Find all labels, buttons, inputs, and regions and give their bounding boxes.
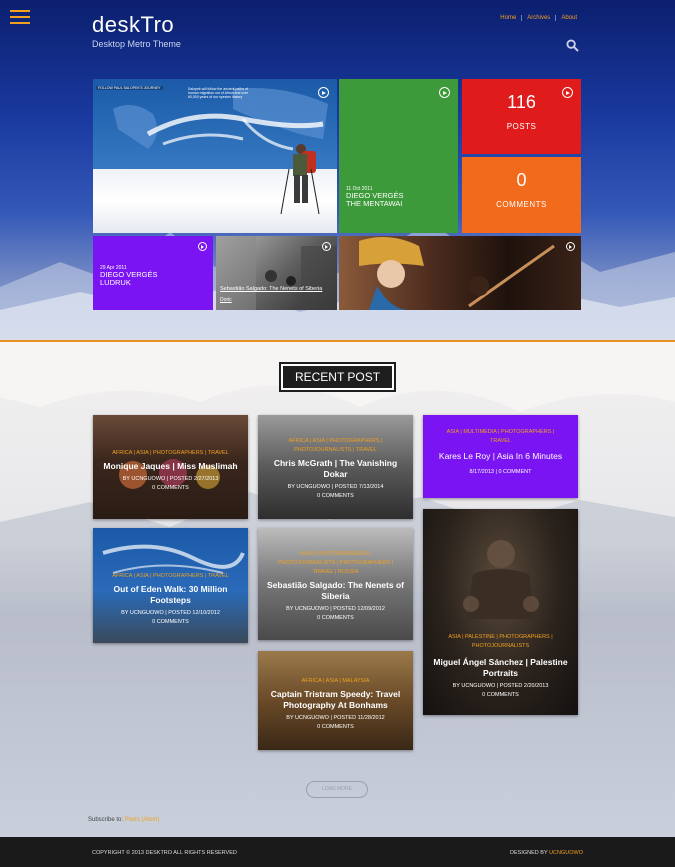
section-title: RECENT POST	[281, 364, 394, 390]
map-description: Salopek will follow the ancient paths of…	[188, 87, 249, 100]
subscribe-link[interactable]: Posts (Atom)	[125, 817, 160, 823]
load-more-button[interactable]: LOAD MORE	[306, 781, 368, 798]
card-body: ASIA | MULTIMEDIA | PHOTOGRAPHERS | TRAV…	[423, 415, 578, 477]
nav-home[interactable]: Home	[495, 15, 521, 21]
card-title[interactable]: Miguel Ángel Sánchez | Palestine Portrai…	[423, 657, 578, 679]
hamburger-menu-icon[interactable]	[10, 10, 30, 24]
card-title[interactable]: Sebastião Salgado: The Nenets of Siberia	[258, 580, 413, 602]
tile-comments-count[interactable]: 0 COMMENTS	[462, 157, 581, 233]
card-comments[interactable]: 0 COMMENTS	[258, 723, 413, 732]
post-card[interactable]: ASIA | PHOTOGRAPHERS | PHOTOJOURNALISTS …	[258, 528, 413, 640]
post-card[interactable]: AFRICA | ASIA | MALAYSIA Captain Tristra…	[258, 651, 413, 750]
card-comments[interactable]: 0 COMMENTS	[423, 691, 578, 700]
card-meta: BY UCNGUOWO | POSTED 12/09/2012	[286, 606, 385, 612]
tile-opera-photo[interactable]	[339, 236, 581, 310]
card-comments[interactable]: 0 COMMENTS	[258, 492, 413, 501]
card-meta: BY UCNGUOWO | POSTED 11/28/2012	[286, 715, 385, 721]
top-nav: Home Archives About	[495, 15, 582, 21]
subscribe-label: Subscribe to:	[88, 817, 124, 823]
card-body: ASIA | PALESTINE | PHOTOGRAPHERS | PHOTO…	[423, 509, 578, 700]
post-card[interactable]: AFRICA | ASIA | PHOTOGRAPHERS | TRAVEL M…	[93, 415, 248, 519]
card-body: ASIA | PHOTOGRAPHERS | PHOTOJOURNALISTS …	[258, 528, 413, 623]
hiker-image	[280, 144, 320, 215]
posts-number: 116	[507, 92, 536, 112]
arrow-circle-icon[interactable]	[318, 87, 329, 98]
site-tagline: Desktop Metro Theme	[92, 39, 181, 49]
opera-performer-photo	[359, 237, 555, 310]
tile-subcaption: Doric	[220, 297, 232, 303]
posts-label: POSTS	[506, 122, 537, 131]
post-card[interactable]: AFRICA | ASIA | PHOTOGRAPHERS | PHOTOJOU…	[258, 415, 413, 519]
card-body: AFRICA | ASIA | MALAYSIA Captain Tristra…	[258, 651, 413, 732]
card-meta: BY UCNGUOWO | POSTED 7/13/2014	[287, 484, 384, 490]
tile-posts-count[interactable]: 116 POSTS	[462, 79, 581, 154]
card-title[interactable]: Monique Jaques | Miss Muslimah	[93, 461, 248, 472]
arrow-circle-icon[interactable]	[322, 242, 331, 251]
comments-label: COMMENTS	[496, 200, 547, 209]
tile-caption: 29 Apr 2011 DIEGO VERGÉS LUDRUK	[100, 265, 158, 287]
tile-bw-photo[interactable]: Sebastião Salgado: The Nenets of Siberia…	[216, 236, 337, 310]
card-meta: 8/17/2013 | 0 COMMENT	[469, 469, 532, 475]
card-comments[interactable]: 0 COMMENTS	[93, 618, 248, 627]
tile-caption: Sebastião Salgado: The Nenets of Siberia	[220, 286, 323, 292]
site-logo[interactable]: deskTro	[92, 12, 181, 38]
tile-ludruk[interactable]: 29 Apr 2011 DIEGO VERGÉS LUDRUK	[93, 236, 213, 310]
arrow-circle-icon[interactable]	[198, 242, 207, 251]
card-meta: BY UCNGUOWO | POSTED 2/20/2013	[452, 683, 549, 689]
brand[interactable]: deskTro Desktop Metro Theme	[92, 12, 181, 49]
card-categories[interactable]: ASIA | MULTIMEDIA | PHOTOGRAPHERS | TRAV…	[423, 428, 578, 446]
designer-label: DESIGNED BY	[510, 850, 548, 856]
card-body: AFRICA | ASIA | PHOTOGRAPHERS | PHOTOJOU…	[258, 415, 413, 501]
search-icon[interactable]	[566, 39, 579, 52]
card-categories[interactable]: AFRICA | ASIA | PHOTOGRAPHERS | TRAVEL	[93, 449, 248, 458]
post-card[interactable]: ASIA | PALESTINE | PHOTOGRAPHERS | PHOTO…	[423, 509, 578, 715]
arrow-circle-icon[interactable]	[439, 87, 450, 98]
nav-archives[interactable]: Archives	[521, 15, 555, 21]
card-meta: BY UCNGUOWO | POSTED 12/10/2012	[121, 610, 220, 616]
card-body: AFRICA | ASIA | PHOTOGRAPHERS | TRAVEL O…	[93, 528, 248, 627]
street-photo	[216, 236, 337, 310]
designer-credit: DESIGNED BY UCNGUOWO	[510, 850, 583, 856]
card-categories[interactable]: ASIA | PHOTOGRAPHERS | PHOTOJOURNALISTS …	[258, 550, 413, 577]
footer: COPYRIGHT © 2013 DESKTRO ALL RIGHTS RESE…	[0, 837, 675, 867]
card-categories[interactable]: AFRICA | ASIA | MALAYSIA	[258, 677, 413, 686]
card-comments[interactable]: 0 COMMENTS	[93, 484, 248, 493]
subscribe-line: Subscribe to: Posts (Atom)	[88, 817, 159, 823]
card-title[interactable]: Out of Eden Walk: 30 Million Footsteps	[93, 584, 248, 606]
card-body: AFRICA | ASIA | PHOTOGRAPHERS | TRAVEL M…	[93, 415, 248, 493]
map-heading: FOLLOW PAUL SALOPEK'S JOURNEY	[96, 86, 163, 90]
nav-about[interactable]: About	[555, 15, 582, 21]
tile-the-mentawai[interactable]: 11 Oct 2011 DIEGO VERGÉS THE MENTAWAI	[339, 79, 458, 233]
card-meta: BY UCNGUOWO | POSTED 2/27/2013	[122, 476, 219, 482]
copyright-text: COPYRIGHT © 2013 DESKTRO ALL RIGHTS RESE…	[92, 850, 237, 856]
comments-number: 0	[516, 170, 527, 190]
post-card[interactable]: ASIA | MULTIMEDIA | PHOTOGRAPHERS | TRAV…	[423, 415, 578, 498]
arrow-circle-icon[interactable]	[566, 242, 575, 251]
card-title[interactable]: Chris McGrath | The Vanishing Dokar	[258, 458, 413, 480]
card-title[interactable]: Kares Le Roy | Asia In 6 Minutes	[423, 451, 578, 462]
card-title[interactable]: Captain Tristram Speedy: Travel Photogra…	[258, 689, 413, 711]
designer-link[interactable]: UCNGUOWO	[549, 850, 583, 856]
card-categories[interactable]: ASIA | PALESTINE | PHOTOGRAPHERS | PHOTO…	[423, 633, 578, 651]
tile-out-of-eden[interactable]: FOLLOW PAUL SALOPEK'S JOURNEY Salopek wi…	[93, 79, 337, 233]
recent-post-heading: RECENT POST	[279, 362, 396, 392]
tile-title: LUDRUK	[100, 278, 131, 287]
card-categories[interactable]: AFRICA | ASIA | PHOTOGRAPHERS | PHOTOJOU…	[258, 437, 413, 455]
post-card[interactable]: AFRICA | ASIA | PHOTOGRAPHERS | TRAVEL O…	[93, 528, 248, 643]
card-comments[interactable]: 0 COMMENTS	[258, 614, 413, 623]
tile-title: THE MENTAWAI	[346, 199, 403, 208]
card-categories[interactable]: AFRICA | ASIA | PHOTOGRAPHERS | TRAVEL	[93, 572, 248, 581]
tile-caption: 11 Oct 2011 DIEGO VERGÉS THE MENTAWAI	[346, 186, 404, 208]
